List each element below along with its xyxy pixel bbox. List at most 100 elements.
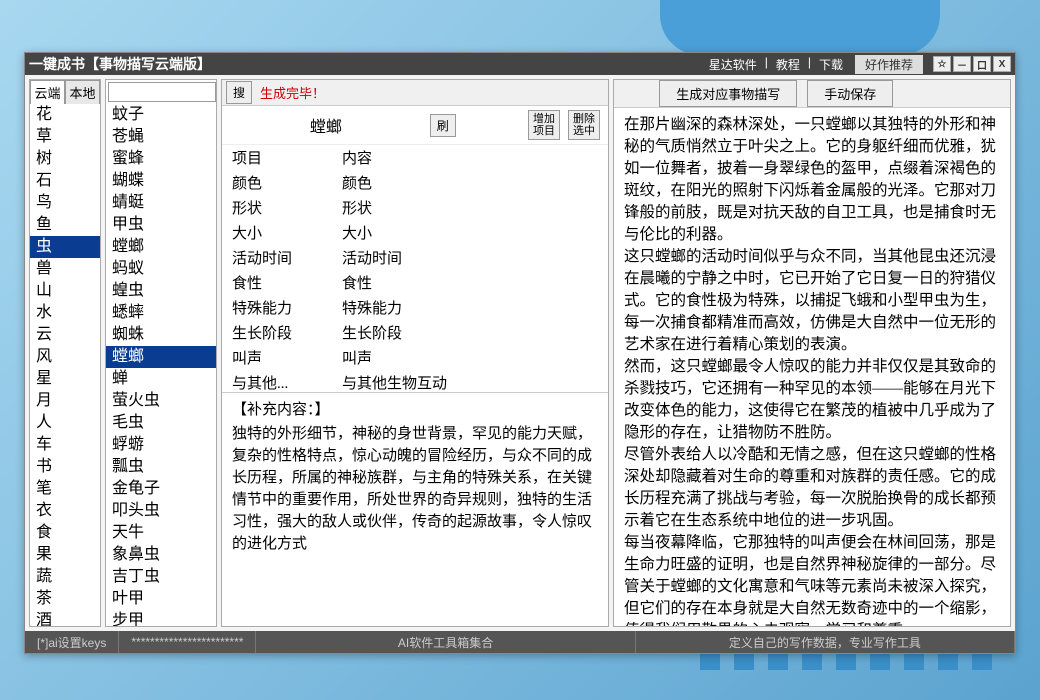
category-item[interactable]: 蔬 [30,566,100,588]
statusbar: [*]ai设置keys ************************ AI软… [25,631,1015,653]
search-input[interactable] [108,82,216,102]
category-item[interactable]: 鱼 [30,214,100,236]
property-row[interactable]: 叫声叫声 [222,345,608,370]
property-row[interactable]: 颜色颜色 [222,170,608,195]
titlebar-links: 星达软件 | 教程 | 下载 [703,55,849,74]
category-item[interactable]: 衣 [30,500,100,522]
supplement-body[interactable]: 独特的外形细节，神秘的身世背景，罕见的能力天赋，复杂的性格特点，惊心动魄的冒险经… [232,423,598,555]
property-row[interactable]: 食性食性 [222,270,608,295]
category-item[interactable]: 山 [30,280,100,302]
generate-button[interactable]: 生成对应事物描写 [659,80,797,107]
item-list-entry[interactable]: 蝴蝶 [106,170,216,192]
tab-cloud[interactable]: 云端 [30,80,65,104]
item-list-entry[interactable]: 叩头虫 [106,500,216,522]
titlebar: 一键成书【事物描写云端版】 星达软件 | 教程 | 下载 好作推荐 ☆ － 口 … [25,53,1015,75]
window-controls: ☆ － 口 X [931,56,1011,72]
status-custom[interactable]: 定义自己的写作数据，专业写作工具 [636,631,1015,653]
item-list-entry[interactable]: 瓢虫 [106,456,216,478]
article-text[interactable]: 在那片幽深的森林深处，一只螳螂以其独特的外形和神秘的气质悄然立于叶尖之上。它的身… [614,108,1010,626]
window-title: 一键成书【事物描写云端版】 [29,54,703,74]
category-item[interactable]: 酒 [30,610,100,626]
refresh-button[interactable]: 刷 [430,114,456,137]
maximize-button[interactable]: 口 [973,56,991,72]
source-tabs: 云端 本地 [30,80,100,104]
subject-row: 螳螂 刷 增加 项目 删除 选中 [222,106,608,145]
right-header: 生成对应事物描写 手动保存 [614,80,1010,108]
item-list-entry[interactable]: 蟋蟀 [106,302,216,324]
category-item[interactable]: 车 [30,434,100,456]
properties-column: 搜 生成完毕！ 螳螂 刷 增加 项目 删除 选中 项目内容颜色颜色形状形状大小大… [221,79,609,627]
prop-header-key: 项目 [222,146,332,169]
item-list-entry[interactable]: 甲虫 [106,214,216,236]
item-list-entry[interactable]: 天牛 [106,522,216,544]
property-row[interactable]: 特殊能力特殊能力 [222,295,608,320]
item-list-entry[interactable]: 毛虫 [106,412,216,434]
item-list-entry[interactable]: 蝉 [106,368,216,390]
category-item[interactable]: 食 [30,522,100,544]
item-list-entry[interactable]: 螳螂 [106,236,216,258]
category-item[interactable]: 笔 [30,478,100,500]
search-button[interactable]: 搜 [226,81,252,104]
article-column: 生成对应事物描写 手动保存 在那片幽深的森林深处，一只螳螂以其独特的外形和神秘的… [613,79,1011,627]
property-row[interactable]: 活动时间活动时间 [222,245,608,270]
item-list-entry[interactable]: 蜻蜓 [106,192,216,214]
add-property-button[interactable]: 增加 项目 [528,110,560,140]
status-stars: ************************ [119,631,256,653]
category-item[interactable]: 草 [30,126,100,148]
category-item[interactable]: 树 [30,148,100,170]
category-item[interactable]: 星 [30,368,100,390]
favorite-button[interactable]: ☆ [933,56,951,72]
property-row[interactable]: 与其他...与其他生物互动 [222,370,608,393]
item-list-entry[interactable]: 吉丁虫 [106,566,216,588]
item-list-entry[interactable]: 螳螂 [106,346,216,368]
supplement-title: 【补充内容：】 [232,399,598,421]
minimize-button[interactable]: － [953,56,971,72]
item-list-entry[interactable]: 叶甲 [106,588,216,610]
item-list-entry[interactable]: 苍蝇 [106,126,216,148]
category-item[interactable]: 书 [30,456,100,478]
category-item[interactable]: 水 [30,302,100,324]
category-item[interactable]: 兽 [30,258,100,280]
delete-property-button[interactable]: 删除 选中 [568,110,600,140]
category-item[interactable]: 石 [30,170,100,192]
item-list-entry[interactable]: 蜉蝣 [106,434,216,456]
link-software[interactable]: 星达软件 [703,55,763,74]
status-keys[interactable]: [*]ai设置keys [25,631,119,653]
item-list-entry[interactable]: 蚊子 [106,104,216,126]
item-list-entry[interactable]: 蜜蜂 [106,148,216,170]
item-list-entry[interactable]: 金龟子 [106,478,216,500]
status-message: 生成完毕！ [260,83,604,102]
category-item[interactable]: 云 [30,324,100,346]
app-window: 一键成书【事物描写云端版】 星达软件 | 教程 | 下载 好作推荐 ☆ － 口 … [24,52,1016,654]
close-button[interactable]: X [993,56,1011,72]
item-list-entry[interactable]: 蜘蛛 [106,324,216,346]
item-list-entry[interactable]: 蝗虫 [106,280,216,302]
property-table[interactable]: 项目内容颜色颜色形状形状大小大小活动时间活动时间食性食性特殊能力特殊能力生长阶段… [222,145,608,393]
save-button[interactable]: 手动保存 [807,80,893,107]
mid-header: 搜 生成完毕！ [222,80,608,106]
category-item[interactable]: 虫 [30,236,100,258]
item-list-entry[interactable]: 步甲 [106,610,216,626]
recommend-button[interactable]: 好作推荐 [855,55,923,74]
item-list-entry[interactable]: 萤火虫 [106,390,216,412]
item-list[interactable]: 蚊子苍蝇蜜蜂蝴蝶蜻蜓甲虫螳螂蚂蚁蝗虫蟋蟀蜘蛛螳螂蝉萤火虫毛虫蜉蝣瓢虫金龟子叩头虫… [106,104,216,626]
tab-local[interactable]: 本地 [65,80,100,104]
main-row: 云端 本地 花草树石鸟鱼虫兽山水云风星月人车书笔衣食果蔬茶酒琴棋画灯烛窗 蚊子苍… [25,75,1015,631]
category-item[interactable]: 果 [30,544,100,566]
category-item[interactable]: 风 [30,346,100,368]
property-row[interactable]: 形状形状 [222,195,608,220]
category-item[interactable]: 鸟 [30,192,100,214]
category-item[interactable]: 花 [30,104,100,126]
category-item[interactable]: 人 [30,412,100,434]
category-item[interactable]: 茶 [30,588,100,610]
property-row[interactable]: 大小大小 [222,220,608,245]
property-row[interactable]: 生长阶段生长阶段 [222,320,608,345]
category-item[interactable]: 月 [30,390,100,412]
item-list-entry[interactable]: 象鼻虫 [106,544,216,566]
link-tutorial[interactable]: 教程 [770,55,806,74]
category-list[interactable]: 花草树石鸟鱼虫兽山水云风星月人车书笔衣食果蔬茶酒琴棋画灯烛窗 [30,104,100,626]
prop-header-val: 内容 [332,146,608,169]
item-list-entry[interactable]: 蚂蚁 [106,258,216,280]
status-toolbox[interactable]: AI软件工具箱集合 [256,631,635,653]
link-download[interactable]: 下载 [813,55,849,74]
